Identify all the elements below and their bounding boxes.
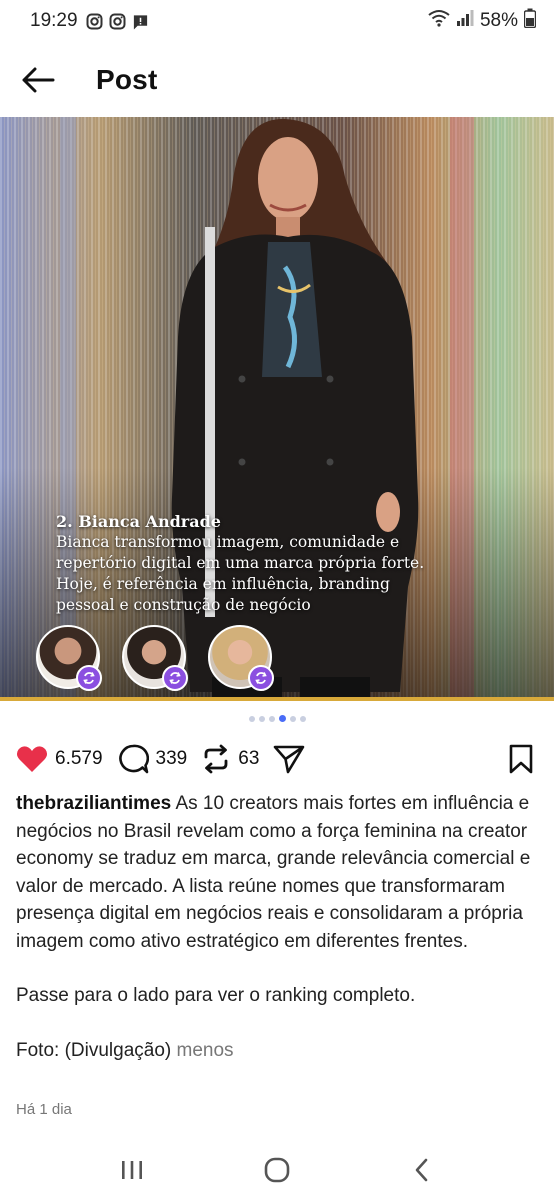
like-button[interactable]: 6.579 xyxy=(16,745,103,773)
instagram-icon xyxy=(86,13,103,30)
battery-icon xyxy=(523,8,537,34)
home-button[interactable] xyxy=(247,1145,307,1195)
like-count: 6.579 xyxy=(55,748,103,769)
carousel-dot xyxy=(258,715,265,722)
avatar[interactable] xyxy=(36,625,102,691)
status-right: 58% xyxy=(428,8,537,34)
carousel-dot xyxy=(278,715,286,722)
repost-badge-icon xyxy=(76,665,102,691)
slide-name: 2. Bianca Andrade xyxy=(56,512,221,531)
arrow-left-icon xyxy=(22,67,55,93)
system-back-button[interactable] xyxy=(392,1145,452,1195)
recent-apps-icon xyxy=(122,1161,143,1179)
carousel-dot xyxy=(299,715,306,722)
slide-description-line: Hoje, é referência em influência, brandi… xyxy=(56,575,390,593)
instagram-icon xyxy=(109,13,126,30)
send-icon xyxy=(274,745,305,774)
caption-credit-line: Foto: (Divulgação) menos xyxy=(16,1037,536,1065)
share-button[interactable] xyxy=(273,744,305,774)
repost-count: 63 xyxy=(238,748,260,769)
carousel-dot xyxy=(289,715,296,722)
save-button[interactable] xyxy=(508,744,534,774)
caption-body: thebraziliantimes As 10 creators mais fo… xyxy=(16,790,536,955)
caption-cta: Passe para o lado para ver o ranking com… xyxy=(16,985,416,1006)
slide-caption: 2. Bianca Andrade Bianca transformou ima… xyxy=(56,511,526,616)
status-bar: 19:29 58% xyxy=(0,0,554,42)
battery-text: 58% xyxy=(479,10,518,31)
slide-description-line: pessoal e construção de negócio xyxy=(56,596,311,614)
system-navigation-bar xyxy=(0,1140,554,1200)
heart-icon xyxy=(16,746,48,772)
post-actions: 6.579 339 63 xyxy=(0,737,554,781)
wifi-icon xyxy=(428,9,450,33)
avatar[interactable] xyxy=(122,625,188,691)
repost-icon xyxy=(204,744,228,774)
repost-badge-icon xyxy=(248,665,274,691)
status-time: 19:29 xyxy=(30,10,78,31)
caption-text: As 10 creators mais fortes em influência… xyxy=(16,793,531,952)
post-timestamp: Há 1 dia xyxy=(16,1101,72,1118)
carousel-indicator xyxy=(0,715,554,722)
message-icon xyxy=(132,13,149,30)
slide-description-line: Bianca transformou imagem, comunidade e xyxy=(56,533,400,551)
bookmark-icon xyxy=(509,744,533,774)
home-icon xyxy=(264,1157,290,1183)
back-button[interactable] xyxy=(0,48,76,112)
chevron-left-icon xyxy=(415,1158,427,1182)
slide-description-line: repertório digital em uma marca própria … xyxy=(56,554,425,572)
recent-apps-button[interactable] xyxy=(102,1145,162,1195)
comment-count: 339 xyxy=(155,748,188,769)
less-link[interactable]: menos xyxy=(177,1040,234,1061)
repost-button[interactable]: 63 xyxy=(201,744,259,774)
notification-icons xyxy=(86,13,149,30)
post-header: Post xyxy=(0,48,554,112)
comment-icon xyxy=(118,744,149,774)
caption-username[interactable]: thebraziliantimes xyxy=(16,793,171,814)
carousel-dot xyxy=(268,715,275,722)
comment-button[interactable]: 339 xyxy=(117,744,188,774)
caption-credit: Foto: (Divulgação) xyxy=(16,1039,172,1061)
carousel-dot xyxy=(248,715,255,722)
avatar[interactable] xyxy=(208,625,274,691)
post-caption: thebraziliantimes As 10 creators mais fo… xyxy=(16,790,536,1064)
collaborator-avatars xyxy=(36,625,274,691)
signal-icon xyxy=(456,9,474,33)
status-left: 19:29 xyxy=(30,10,149,32)
image-bottom-border xyxy=(0,697,554,701)
page-title: Post xyxy=(96,64,158,95)
repost-badge-icon xyxy=(162,665,188,691)
post-image-carousel[interactable]: 2. Bianca Andrade Bianca transformou ima… xyxy=(0,117,554,701)
